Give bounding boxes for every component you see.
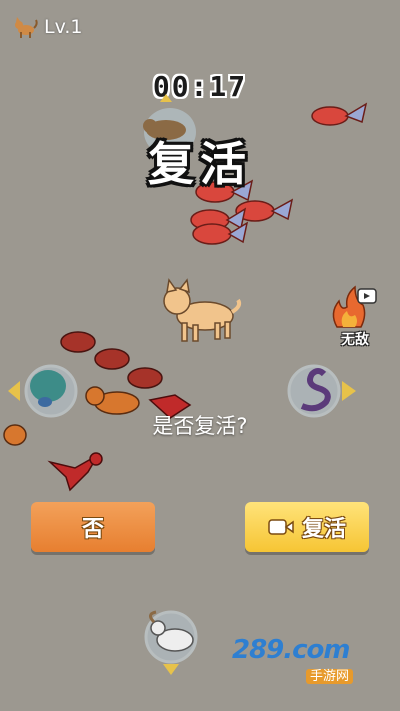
- invincible-powerup[interactable]: 无敌: [327, 285, 383, 349]
- player-cat-icon: [163, 278, 242, 342]
- watermark-domain: 289.com: [232, 635, 351, 665]
- snake-enemy-icon: [287, 364, 356, 418]
- turtle-group-icon: [60, 331, 163, 389]
- watermark-logo: 289.com 手游网: [232, 635, 354, 684]
- decline-button[interactable]: 否: [31, 502, 155, 552]
- flame-video-icon: [332, 285, 377, 328]
- game-field: [3, 94, 368, 675]
- decline-button-label: 否: [81, 517, 104, 542]
- video-camera-icon: [268, 519, 294, 535]
- revive-question: 是否复活?: [152, 414, 248, 438]
- revive-button[interactable]: 复活: [245, 502, 369, 552]
- goat-enemy-icon: [144, 610, 198, 675]
- revive-button-label: 复活: [301, 517, 346, 542]
- watermark-sub: 手游网: [306, 669, 354, 684]
- invincible-label: 无敌: [341, 332, 369, 348]
- peacock-enemy-icon: [8, 364, 78, 418]
- revive-title: 复活: [148, 137, 252, 191]
